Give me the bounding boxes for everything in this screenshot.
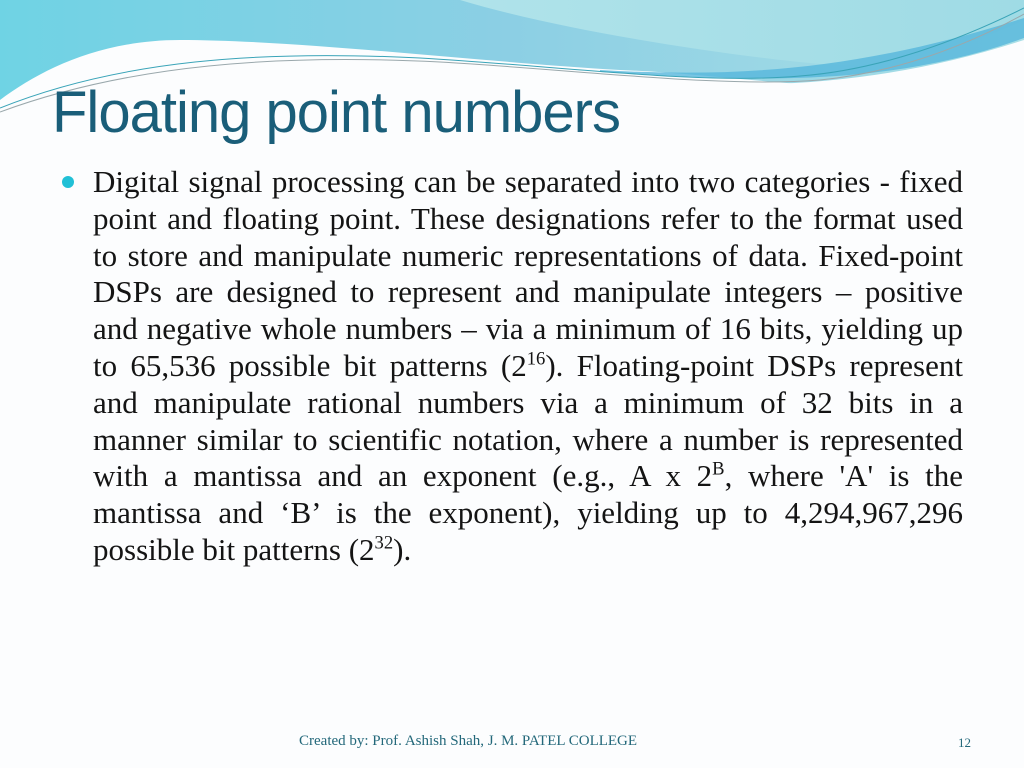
footer-credit: Created by: Prof. Ashish Shah, J. M. PAT… <box>299 733 638 749</box>
superscript-exponent: B <box>712 459 725 481</box>
bullet-text: Digital signal processing can be separat… <box>93 164 963 569</box>
slide: Floating point numbers Digital signal pr… <box>0 0 1024 768</box>
text-segment: ). <box>393 531 412 567</box>
superscript-exponent: 32 <box>374 532 394 554</box>
page-number: 12 <box>958 735 971 750</box>
superscript-exponent: 16 <box>526 348 546 370</box>
bullet-icon <box>62 176 74 188</box>
slide-title: Floating point numbers <box>52 80 621 145</box>
